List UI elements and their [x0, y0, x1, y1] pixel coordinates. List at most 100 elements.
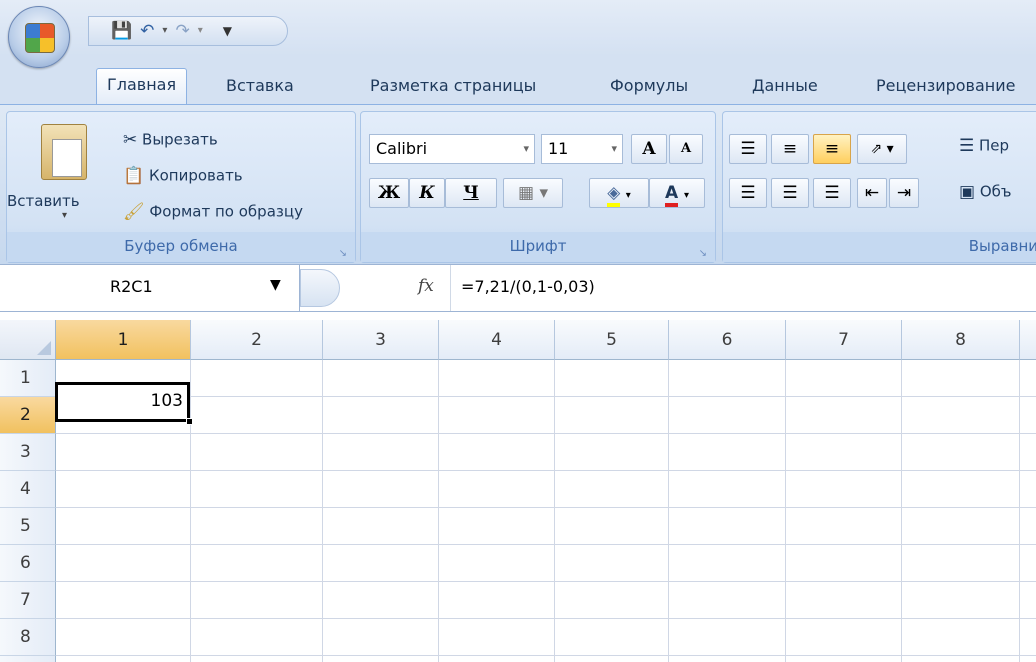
align-right-button[interactable]: ☰ [813, 178, 851, 208]
row-header[interactable]: 5 [0, 508, 56, 545]
align-top-icon: ☰ [740, 139, 756, 159]
customize-qat-icon[interactable]: ▼ [223, 21, 232, 41]
wrap-text-button[interactable]: ☰ Пер [959, 136, 1009, 156]
chevron-down-icon: ▾ [625, 190, 631, 201]
tab-home[interactable]: Главная [96, 68, 188, 104]
underline-button[interactable]: Ч [445, 178, 497, 208]
grid-line [56, 507, 1036, 508]
clipboard-group-label: Буфер обмена ↘ [7, 232, 355, 262]
align-top-button[interactable]: ☰ [729, 134, 767, 164]
orientation-icon: ⇗ ▾ [870, 141, 894, 157]
paste-button[interactable]: Вставить [7, 192, 80, 210]
align-left-button[interactable]: ☰ [729, 178, 767, 208]
excel-window: 💾 ↶ ▾ ↷ ▾ ▼ Главная Вставка Разметка стр… [0, 0, 1036, 662]
grid-line [56, 396, 1036, 397]
clipboard-group-title: Буфер обмена [124, 237, 238, 255]
row-header[interactable]: 7 [0, 582, 56, 619]
fill-color-button[interactable]: ◈ ▾ [589, 178, 649, 208]
grid-line [901, 360, 902, 662]
grid-line [1019, 360, 1020, 662]
tab-review[interactable]: Рецензирование [866, 70, 1025, 104]
brush-icon: 🖌 [123, 202, 145, 222]
paste-icon[interactable] [41, 124, 87, 180]
merge-label: Объ [979, 182, 1012, 201]
shrink-font-button[interactable]: A [669, 134, 703, 164]
column-header[interactable]: 2 [191, 320, 323, 360]
decrease-indent-button[interactable]: ⇤ [857, 178, 887, 208]
save-icon[interactable]: 💾 [111, 21, 132, 41]
chevron-down-icon: ▾ [684, 190, 690, 201]
borders-button[interactable]: ▦ ▾ [503, 178, 563, 208]
tab-data[interactable]: Данные [742, 70, 828, 104]
tab-formulas[interactable]: Формулы [600, 70, 698, 104]
column-header[interactable]: 4 [439, 320, 555, 360]
chevron-down-icon[interactable]: ▼ [270, 277, 281, 293]
grow-font-button[interactable]: A [631, 134, 667, 164]
italic-button[interactable]: К [409, 178, 445, 208]
row-header[interactable]: 3 [0, 434, 56, 471]
column-header[interactable]: 8 [902, 320, 1020, 360]
align-middle-icon: ≡ [782, 139, 798, 159]
borders-icon: ▦ ▾ [518, 183, 548, 203]
paste-dropdown-icon[interactable]: ▾ [62, 210, 67, 221]
grid-line [56, 433, 1036, 434]
select-all-button[interactable] [0, 320, 56, 360]
align-bottom-button[interactable]: ≡ [813, 134, 851, 164]
column-header[interactable]: 6 [669, 320, 786, 360]
align-center-button[interactable]: ☰ [771, 178, 809, 208]
bold-button[interactable]: Ж [369, 178, 409, 208]
active-cell[interactable]: 103 [55, 382, 190, 422]
column-header[interactable]: 1 [56, 320, 191, 360]
grid-line [56, 581, 1036, 582]
undo-dropdown-icon[interactable]: ▾ [162, 21, 167, 41]
font-size-value: 11 [548, 139, 569, 158]
worksheet-grid: 1 2 3 4 5 6 7 8 1 2 3 4 5 6 7 8 9 [0, 312, 1036, 662]
font-color-label: A [664, 183, 679, 207]
formula-input[interactable]: =7,21/(0,1-0,03) [450, 265, 1036, 311]
column-header[interactable]: 3 [323, 320, 439, 360]
row-header[interactable]: 4 [0, 471, 56, 508]
row-header[interactable]: 8 [0, 619, 56, 656]
cut-button[interactable]: ✂ Вырезать [123, 130, 218, 150]
row-header[interactable]: 6 [0, 545, 56, 582]
copy-label: Копировать [148, 166, 243, 185]
grid-line [56, 655, 1036, 656]
align-center-icon: ☰ [782, 183, 798, 203]
alignment-group-title: Выравни [968, 237, 1036, 255]
grid-line [785, 360, 786, 662]
scissors-icon: ✂ [123, 130, 138, 150]
font-group: Calibri ▾ 11 ▾ A A Ж К Ч ▦ ▾ ◈ ▾ A ▾ Шри… [360, 111, 716, 263]
align-middle-button[interactable]: ≡ [771, 134, 809, 164]
tab-insert[interactable]: Вставка [216, 70, 304, 104]
redo-icon[interactable]: ↷ [175, 21, 189, 41]
row-header[interactable]: 9 [0, 656, 56, 662]
fill-handle[interactable] [186, 418, 193, 425]
redo-dropdown-icon[interactable]: ▾ [198, 21, 203, 41]
column-header[interactable]: 7 [786, 320, 902, 360]
tab-page-layout[interactable]: Разметка страницы [360, 70, 546, 104]
font-color-button[interactable]: A ▾ [649, 178, 705, 208]
column-header[interactable]: 5 [555, 320, 669, 360]
merge-button[interactable]: ▣ Объ [959, 182, 1012, 202]
row-header[interactable]: 1 [0, 360, 56, 397]
chevron-down-icon: ▾ [611, 142, 617, 155]
format-painter-button[interactable]: 🖌 Формат по образцу [123, 202, 303, 222]
font-group-label: Шрифт ↘ [361, 232, 715, 262]
chevron-down-icon: ▾ [523, 142, 529, 155]
increase-indent-button[interactable]: ⇥ [889, 178, 919, 208]
orientation-button[interactable]: ⇗ ▾ [857, 134, 907, 164]
column-header[interactable] [1020, 320, 1036, 360]
name-box[interactable]: R2C1 ▼ [0, 265, 300, 311]
align-left-icon: ☰ [740, 183, 756, 203]
formula-bar-resizer[interactable] [300, 269, 340, 307]
insert-function-icon[interactable]: fx [418, 276, 434, 296]
copy-button[interactable]: 📋 Копировать [123, 166, 243, 186]
font-size-select[interactable]: 11 ▾ [541, 134, 623, 164]
undo-icon[interactable]: ↶ [140, 21, 154, 41]
grid-line [668, 360, 669, 662]
office-button[interactable] [8, 6, 70, 68]
formula-value: =7,21/(0,1-0,03) [461, 277, 595, 296]
font-name-select[interactable]: Calibri ▾ [369, 134, 535, 164]
ribbon-tabs: Главная Вставка Разметка страницы Формул… [0, 56, 1036, 104]
row-header[interactable]: 2 [0, 397, 56, 434]
